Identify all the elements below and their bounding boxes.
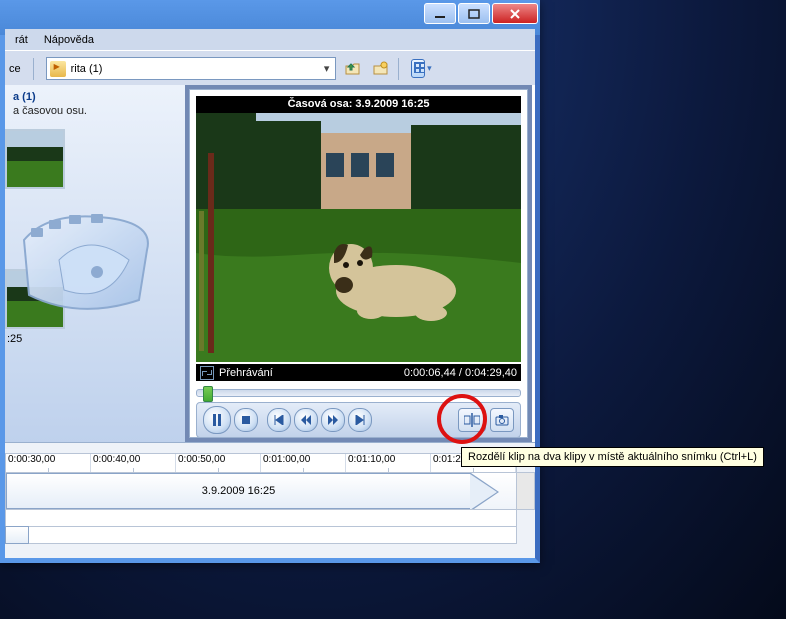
content-area: a (1) a časovou osu. :25 [5,85,535,558]
pause-button[interactable] [203,406,231,434]
views-button[interactable]: ▾ [410,57,433,80]
split-clip-tooltip: Rozdělí klip na dva klipy v místě aktuál… [461,447,764,467]
timeline-tick: 0:00:30,00 [6,454,91,472]
prev-clip-button[interactable] [267,408,291,432]
chevron-down-icon[interactable]: ▾ [319,62,335,75]
seek-track[interactable] [196,389,521,397]
timeline-ruler[interactable]: 0:00:30,00 0:00:40,00 0:00:50,00 0:01:00… [5,453,517,473]
close-button[interactable] [492,3,538,24]
stop-button[interactable] [234,408,258,432]
timeline-transition-track[interactable] [5,509,517,527]
film-reel-icon [19,210,169,340]
app-window: rát Nápověda ce rita (1) ▾ ▾ a (1) a čas… [0,0,540,563]
take-snapshot-button[interactable] [490,408,514,432]
timeline-scrollbar[interactable] [516,472,535,510]
timeline-area: 0:00:30,00 0:00:40,00 0:00:50,00 0:01:00… [5,442,535,558]
collection-title: a (1) [13,91,188,103]
up-folder-icon[interactable] [341,57,364,80]
playback-status-label: Přehrávání [219,367,404,379]
preview-status-bar: Přehrávání 0:00:06,44 / 0:04:29,40 [196,364,521,381]
toolbar: ce rita (1) ▾ ▾ [5,50,535,86]
playback-controls [196,402,521,438]
next-frame-button[interactable] [321,408,345,432]
preview-timestamp: Časová osa: 3.9.2009 16:25 [196,96,521,113]
toolbar-fragment-label: ce [9,63,21,75]
folder-icon [50,61,66,77]
video-frame[interactable] [196,113,521,362]
new-folder-icon[interactable] [369,57,392,80]
collection-hint: a časovou osu. [13,105,188,117]
timeline-tick: 0:00:40,00 [91,454,176,472]
timeline-tick: 0:01:10,00 [346,454,431,472]
timeline-tick: 0:00:50,00 [176,454,261,472]
next-clip-button[interactable] [348,408,372,432]
timeline-clip[interactable]: 3.9.2009 16:25 [6,473,471,509]
folder-name: rita (1) [69,63,319,75]
clip-thumbnail[interactable] [5,129,65,189]
timeline-tick: 0:01:00,00 [261,454,346,472]
split-clip-button[interactable] [458,408,486,432]
menu-item-2[interactable]: Nápověda [36,31,102,49]
task-pane: a (1) a časovou osu. :25 [5,85,197,454]
folder-selector[interactable]: rita (1) ▾ [46,57,336,80]
seek-thumb[interactable] [203,386,213,402]
views-grid-icon [411,59,425,78]
seek-bar[interactable] [196,386,521,400]
toolbar-separator [33,58,34,80]
menu-item-1[interactable]: rát [7,31,36,49]
prev-frame-button[interactable] [294,408,318,432]
toolbar-separator [398,58,399,80]
playback-time: 0:00:06,44 / 0:04:29,40 [404,367,517,379]
timeline-audio-clip[interactable] [5,526,29,544]
maximize-button[interactable] [458,3,490,24]
chevron-down-icon: ▾ [427,63,432,74]
preview-pane: Časová osa: 3.9.2009 16:25 [185,85,532,442]
menubar: rát Nápověda [5,29,535,50]
fullscreen-icon[interactable] [200,366,214,380]
timeline-video-track[interactable]: 3.9.2009 16:25 [5,472,517,510]
minimize-button[interactable] [424,3,456,24]
timeline-audio-track[interactable] [5,526,517,544]
